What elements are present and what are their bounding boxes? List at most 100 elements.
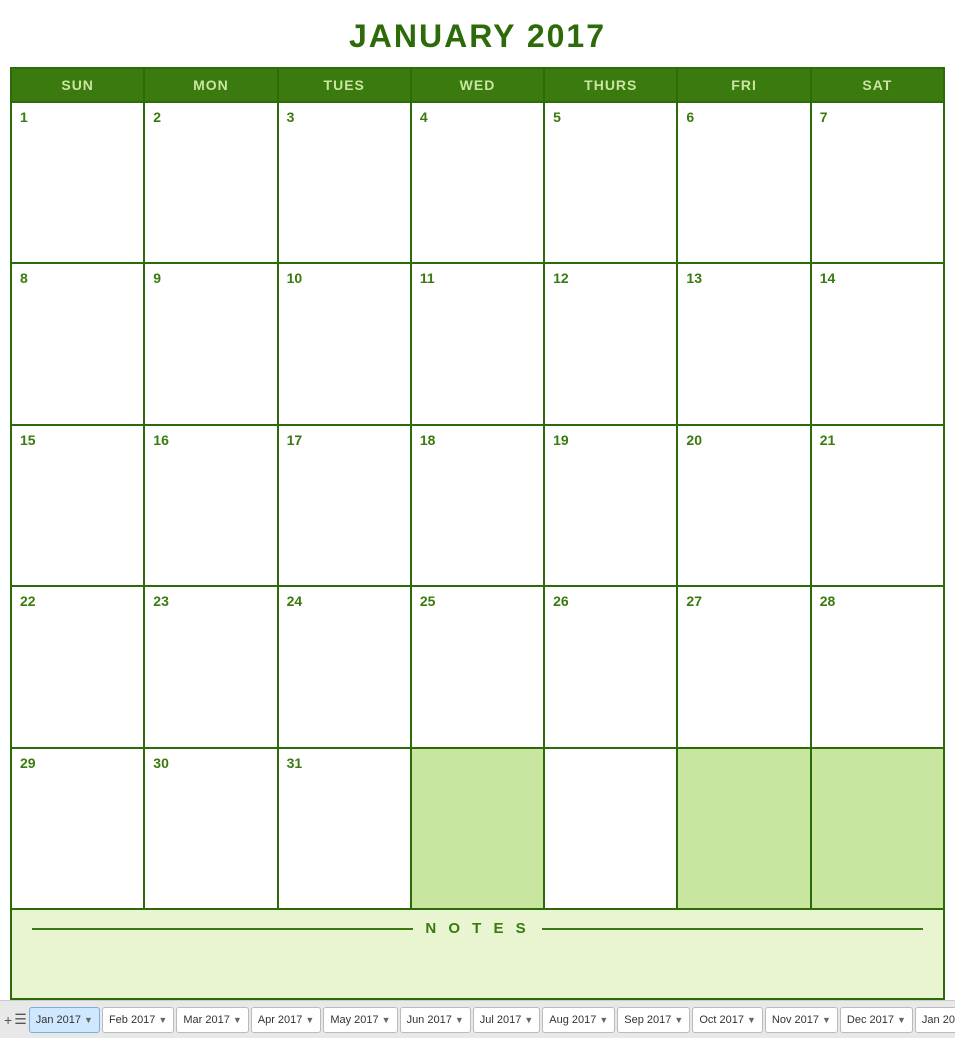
day-cell[interactable]: 13 <box>678 264 811 425</box>
day-cell[interactable]: 19 <box>545 426 678 587</box>
day-cell[interactable]: 26 <box>545 587 678 748</box>
day-number: 16 <box>153 432 169 448</box>
day-header-sun: SUN <box>12 69 145 103</box>
day-number: 19 <box>553 432 569 448</box>
day-number: 8 <box>20 270 28 286</box>
day-header-thurs: THURS <box>545 69 678 103</box>
day-number: 13 <box>686 270 702 286</box>
day-cell[interactable]: 15 <box>12 426 145 587</box>
day-cell[interactable]: 2 <box>145 103 278 264</box>
chevron-down-icon: ▼ <box>822 1015 831 1025</box>
calendar-container: JANUARY 2017 SUNMONTUESWEDTHURSFRISAT 12… <box>0 0 955 1000</box>
day-number: 1 <box>20 109 28 125</box>
chevron-down-icon: ▼ <box>382 1015 391 1025</box>
month-tab-aug-2017[interactable]: Aug 2017▼ <box>542 1007 615 1033</box>
day-cell[interactable]: 12 <box>545 264 678 425</box>
notes-line-left <box>32 928 413 930</box>
day-cell[interactable]: 7 <box>812 103 945 264</box>
day-cell[interactable]: 23 <box>145 587 278 748</box>
month-tab-label: Jun 2017 <box>407 1014 452 1026</box>
day-cell[interactable] <box>812 749 945 910</box>
month-tab-dec-2017[interactable]: Dec 2017▼ <box>840 1007 913 1033</box>
day-cell[interactable] <box>678 749 811 910</box>
day-header-fri: FRI <box>678 69 811 103</box>
chevron-down-icon: ▼ <box>84 1015 93 1025</box>
day-number: 6 <box>686 109 694 125</box>
chevron-down-icon: ▼ <box>524 1015 533 1025</box>
day-cell[interactable]: 10 <box>279 264 412 425</box>
day-cell[interactable]: 27 <box>678 587 811 748</box>
day-cell[interactable]: 16 <box>145 426 278 587</box>
day-cell[interactable]: 30 <box>145 749 278 910</box>
notes-section: N O T E S <box>10 910 945 1000</box>
day-cell[interactable]: 21 <box>812 426 945 587</box>
day-number: 9 <box>153 270 161 286</box>
day-cell[interactable]: 17 <box>279 426 412 587</box>
day-cell[interactable]: 24 <box>279 587 412 748</box>
month-tab-nov-2017[interactable]: Nov 2017▼ <box>765 1007 838 1033</box>
day-number: 5 <box>553 109 561 125</box>
day-number: 14 <box>820 270 836 286</box>
day-cell[interactable]: 3 <box>279 103 412 264</box>
chevron-down-icon: ▼ <box>158 1015 167 1025</box>
day-cell[interactable]: 20 <box>678 426 811 587</box>
month-tab-may-2017[interactable]: May 2017▼ <box>323 1007 397 1033</box>
month-tab-label: Mar 2017 <box>183 1014 229 1026</box>
month-tab-feb-2017[interactable]: Feb 2017▼ <box>102 1007 174 1033</box>
day-cell[interactable]: 1 <box>12 103 145 264</box>
day-cell[interactable]: 14 <box>812 264 945 425</box>
month-tab-label: Nov 2017 <box>772 1014 819 1026</box>
month-tab-apr-2017[interactable]: Apr 2017▼ <box>251 1007 322 1033</box>
day-cell[interactable]: 9 <box>145 264 278 425</box>
day-number: 21 <box>820 432 836 448</box>
chevron-down-icon: ▼ <box>305 1015 314 1025</box>
day-number: 25 <box>420 593 436 609</box>
day-cell[interactable]: 18 <box>412 426 545 587</box>
month-tab-label: Jan 2018 <box>922 1014 955 1026</box>
month-tab-label: Aug 2017 <box>549 1014 596 1026</box>
day-number: 20 <box>686 432 702 448</box>
day-cell[interactable]: 22 <box>12 587 145 748</box>
day-cell[interactable]: 5 <box>545 103 678 264</box>
month-tab-label: Apr 2017 <box>258 1014 303 1026</box>
day-number: 24 <box>287 593 303 609</box>
day-cell[interactable]: 8 <box>12 264 145 425</box>
month-tab-label: Jul 2017 <box>480 1014 522 1026</box>
day-cell[interactable]: 4 <box>412 103 545 264</box>
menu-icon[interactable]: ☰ <box>14 1008 27 1032</box>
month-tab-jun-2017[interactable]: Jun 2017▼ <box>400 1007 471 1033</box>
notes-line-right <box>542 928 923 930</box>
month-tab-jan-2018[interactable]: Jan 2018▼ <box>915 1007 955 1033</box>
day-cell[interactable]: 6 <box>678 103 811 264</box>
day-number: 31 <box>287 755 303 771</box>
chevron-down-icon: ▼ <box>897 1015 906 1025</box>
add-icon[interactable]: + <box>4 1008 12 1032</box>
day-number: 17 <box>287 432 303 448</box>
month-tab-jan-2017[interactable]: Jan 2017▼ <box>29 1007 100 1033</box>
chevron-down-icon: ▼ <box>747 1015 756 1025</box>
day-number: 26 <box>553 593 569 609</box>
day-cell[interactable]: 28 <box>812 587 945 748</box>
week-row-5: 29 30 31 <box>12 749 945 910</box>
day-header-sat: SAT <box>812 69 945 103</box>
month-tab-oct-2017[interactable]: Oct 2017▼ <box>692 1007 763 1033</box>
month-tab-jul-2017[interactable]: Jul 2017▼ <box>473 1007 541 1033</box>
day-number: 10 <box>287 270 303 286</box>
month-tab-sep-2017[interactable]: Sep 2017▼ <box>617 1007 690 1033</box>
chevron-down-icon: ▼ <box>674 1015 683 1025</box>
day-cell[interactable]: 31 <box>279 749 412 910</box>
day-number: 29 <box>20 755 36 771</box>
day-cell[interactable] <box>412 749 545 910</box>
week-row-2: 8 9 10 1112 13 14 <box>12 264 945 425</box>
day-number: 28 <box>820 593 836 609</box>
day-number: 30 <box>153 755 169 771</box>
day-header-tues: TUES <box>279 69 412 103</box>
day-cell[interactable]: 11 <box>412 264 545 425</box>
day-cell[interactable]: 29 <box>12 749 145 910</box>
day-cell[interactable]: 25 <box>412 587 545 748</box>
calendar-grid: SUNMONTUESWEDTHURSFRISAT 123456789101112… <box>10 67 945 910</box>
month-tab-mar-2017[interactable]: Mar 2017▼ <box>176 1007 248 1033</box>
day-cell[interactable] <box>545 749 678 910</box>
day-number: 7 <box>820 109 828 125</box>
day-header-wed: WED <box>412 69 545 103</box>
